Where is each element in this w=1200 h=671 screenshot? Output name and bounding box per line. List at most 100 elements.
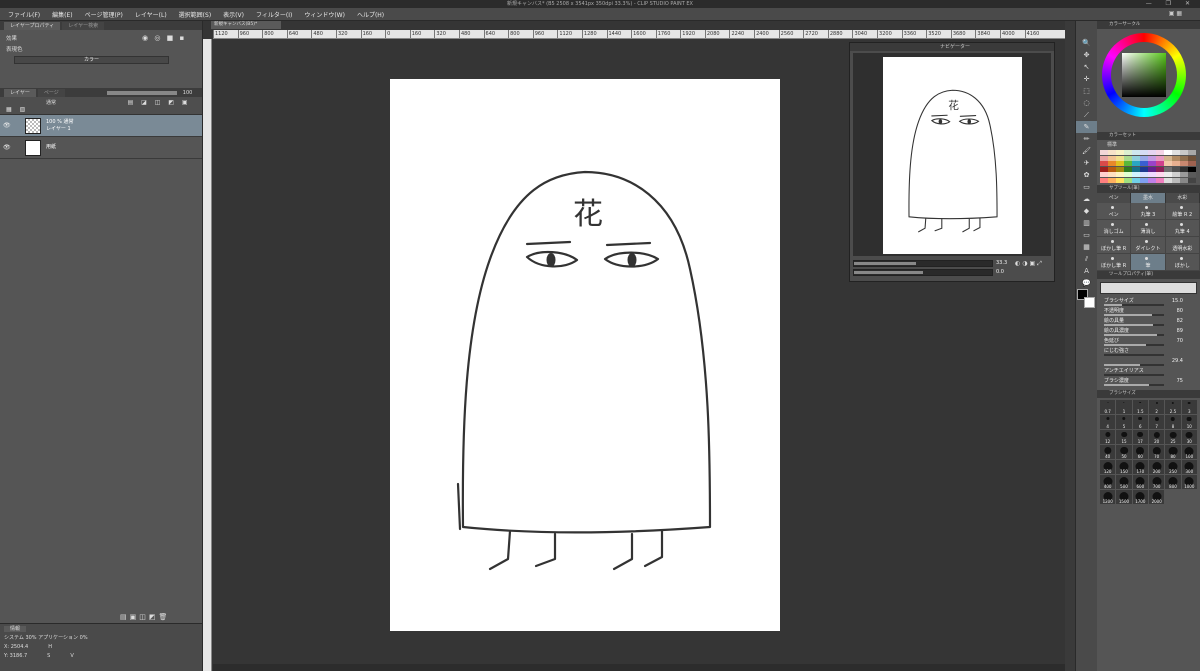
opacity-slider[interactable] <box>106 90 177 95</box>
palette-swatch[interactable] <box>1132 155 1140 161</box>
expression-color-select[interactable]: カラー <box>14 55 169 64</box>
palette-swatch[interactable] <box>1132 172 1140 177</box>
palette-swatch[interactable] <box>1148 155 1156 161</box>
tab-layer[interactable]: レイヤー <box>4 88 36 97</box>
brush-size-preset[interactable]: 700 <box>1148 474 1165 489</box>
palette-swatch[interactable] <box>1108 166 1116 172</box>
palette-swatch[interactable] <box>1132 177 1140 183</box>
brush-size-preset[interactable]: 1500 <box>1116 489 1132 504</box>
tool-property-row[interactable]: ブラシサイズ 15.0 <box>1100 296 1197 306</box>
brush-size-preset[interactable]: 250 <box>1165 459 1181 474</box>
color-set-header[interactable]: カラーセット <box>1097 132 1200 140</box>
brush-size-preset[interactable]: 400 <box>1100 474 1116 489</box>
brush-size-preset[interactable]: 60 <box>1132 444 1148 459</box>
tool-property-row[interactable]: 絵の具濃度 89 <box>1100 326 1197 336</box>
layer-row-layer1[interactable]: 👁 100 % 通常 レイヤー 1 <box>0 115 202 137</box>
palette-swatch[interactable] <box>1124 166 1132 172</box>
tool-property-row[interactable]: にじむ強さ <box>1100 346 1197 356</box>
palette-swatch[interactable] <box>1188 161 1196 166</box>
subtool-group-watercolor[interactable]: 水彩 <box>1166 192 1200 203</box>
palette-swatch[interactable] <box>1100 161 1108 166</box>
subtool-group-ink[interactable]: 墨水 <box>1131 192 1166 203</box>
brush-size-preset[interactable]: 12 <box>1100 429 1116 444</box>
zoom-tool-icon[interactable]: 🔍 <box>1076 37 1097 49</box>
brush-size-preset[interactable]: 200 <box>1148 459 1165 474</box>
brush-size-preset[interactable]: 1700 <box>1132 489 1148 504</box>
layer-row-paper[interactable]: 👁 用紙 <box>0 137 202 159</box>
palette-swatch[interactable] <box>1180 155 1188 161</box>
brush-size-preset[interactable]: 2.5 <box>1165 399 1181 414</box>
palette-swatch[interactable] <box>1164 155 1172 161</box>
palette-swatch[interactable] <box>1132 150 1140 155</box>
airbrush-tool-icon[interactable]: ✈ <box>1076 157 1097 169</box>
palette-swatch[interactable] <box>1108 150 1116 155</box>
brush-size-preset[interactable]: 20 <box>1148 429 1165 444</box>
palette-swatch[interactable] <box>1100 166 1108 172</box>
layer-move-tool-icon[interactable]: ✛ <box>1076 73 1097 85</box>
palette-swatch[interactable] <box>1116 172 1124 177</box>
blend-tool-icon[interactable]: ☁ <box>1076 193 1097 205</box>
palette-swatch[interactable] <box>1164 172 1172 177</box>
brush-size-preset[interactable]: 1200 <box>1100 489 1116 504</box>
pencil-tool-icon[interactable]: ✏ <box>1076 133 1097 145</box>
brush-size-preset[interactable]: 500 <box>1116 474 1132 489</box>
menu-select[interactable]: 選択範囲(S) <box>179 10 212 19</box>
palette-swatch[interactable] <box>1188 177 1196 183</box>
brush-size-preset[interactable]: 170 <box>1132 459 1148 474</box>
palette-swatch[interactable] <box>1164 166 1172 172</box>
menu-file[interactable]: ファイル(F) <box>8 10 40 19</box>
palette-swatch[interactable] <box>1108 177 1116 183</box>
palette-swatch[interactable] <box>1164 161 1172 166</box>
eye-icon[interactable]: 👁 <box>3 122 11 129</box>
eye-icon[interactable]: 👁 <box>3 144 11 151</box>
operation-tool-icon[interactable]: ↖ <box>1076 61 1097 73</box>
brush-size-preset[interactable]: 100 <box>1181 444 1197 459</box>
brush-size-preset[interactable]: 6 <box>1132 414 1148 429</box>
selection-tool-icon[interactable]: ⬚ <box>1076 85 1097 97</box>
palette-swatch[interactable] <box>1124 177 1132 183</box>
palette-swatch[interactable] <box>1148 161 1156 166</box>
figure-tool-icon[interactable]: ▭ <box>1076 229 1097 241</box>
tool-property-row[interactable]: 色延び 70 <box>1100 336 1197 346</box>
brush-size-preset[interactable]: 150 <box>1116 459 1132 474</box>
palette-swatch[interactable] <box>1116 155 1124 161</box>
gradient-tool-icon[interactable]: ▥ <box>1076 217 1097 229</box>
canvas-paper[interactable]: 花 <box>390 79 780 631</box>
palette-swatch[interactable] <box>1140 177 1148 183</box>
menu-window[interactable]: ウィンドウ(W) <box>304 10 345 19</box>
horizontal-scrollbar[interactable] <box>213 664 1065 671</box>
palette-swatch[interactable] <box>1156 155 1164 161</box>
zoom-slider[interactable] <box>853 260 993 267</box>
palette-swatch[interactable] <box>1172 177 1180 183</box>
brush-size-preset[interactable]: 30 <box>1181 429 1197 444</box>
pen-tool-icon[interactable]: ✎ <box>1076 121 1097 133</box>
color-wheel[interactable] <box>1102 33 1186 117</box>
palette-swatch[interactable] <box>1140 172 1148 177</box>
palette-swatch[interactable] <box>1180 161 1188 166</box>
decoration-tool-icon[interactable]: ✿ <box>1076 169 1097 181</box>
move-tool-icon[interactable]: ✥ <box>1076 49 1097 61</box>
palette-swatch[interactable] <box>1140 155 1148 161</box>
layer-lock-icons[interactable]: ▤ ◪ ◫ ◩ ▣ ▦ ▧ <box>6 99 191 113</box>
palette-swatch[interactable] <box>1108 155 1116 161</box>
palette-swatch[interactable] <box>1148 166 1156 172</box>
palette-swatch[interactable] <box>1172 172 1180 177</box>
tab-info[interactable]: 情報 <box>4 626 27 632</box>
brush-size-preset[interactable]: 40 <box>1100 444 1116 459</box>
brush-size-preset[interactable]: 15 <box>1116 429 1132 444</box>
brush-size-preset[interactable]: 1.5 <box>1132 399 1148 414</box>
palette-swatch[interactable] <box>1124 155 1132 161</box>
brush-size-preset[interactable]: 600 <box>1132 474 1148 489</box>
palette-swatch[interactable] <box>1180 166 1188 172</box>
rotate-slider[interactable] <box>853 269 993 276</box>
palette-swatch[interactable] <box>1100 155 1108 161</box>
palette-swatch[interactable] <box>1148 172 1156 177</box>
eraser-tool-icon[interactable]: ▭ <box>1076 181 1097 193</box>
color-set-swatches[interactable] <box>1100 150 1197 183</box>
color-swatch-fg-bg[interactable] <box>1077 289 1095 309</box>
brush-size-preset[interactable]: 120 <box>1100 459 1116 474</box>
frame-tool-icon[interactable]: ▦ <box>1076 241 1097 253</box>
brush-size-preset[interactable]: 2 <box>1148 399 1165 414</box>
palette-swatch[interactable] <box>1108 172 1116 177</box>
navigator-view[interactable]: 花 <box>853 53 1051 256</box>
